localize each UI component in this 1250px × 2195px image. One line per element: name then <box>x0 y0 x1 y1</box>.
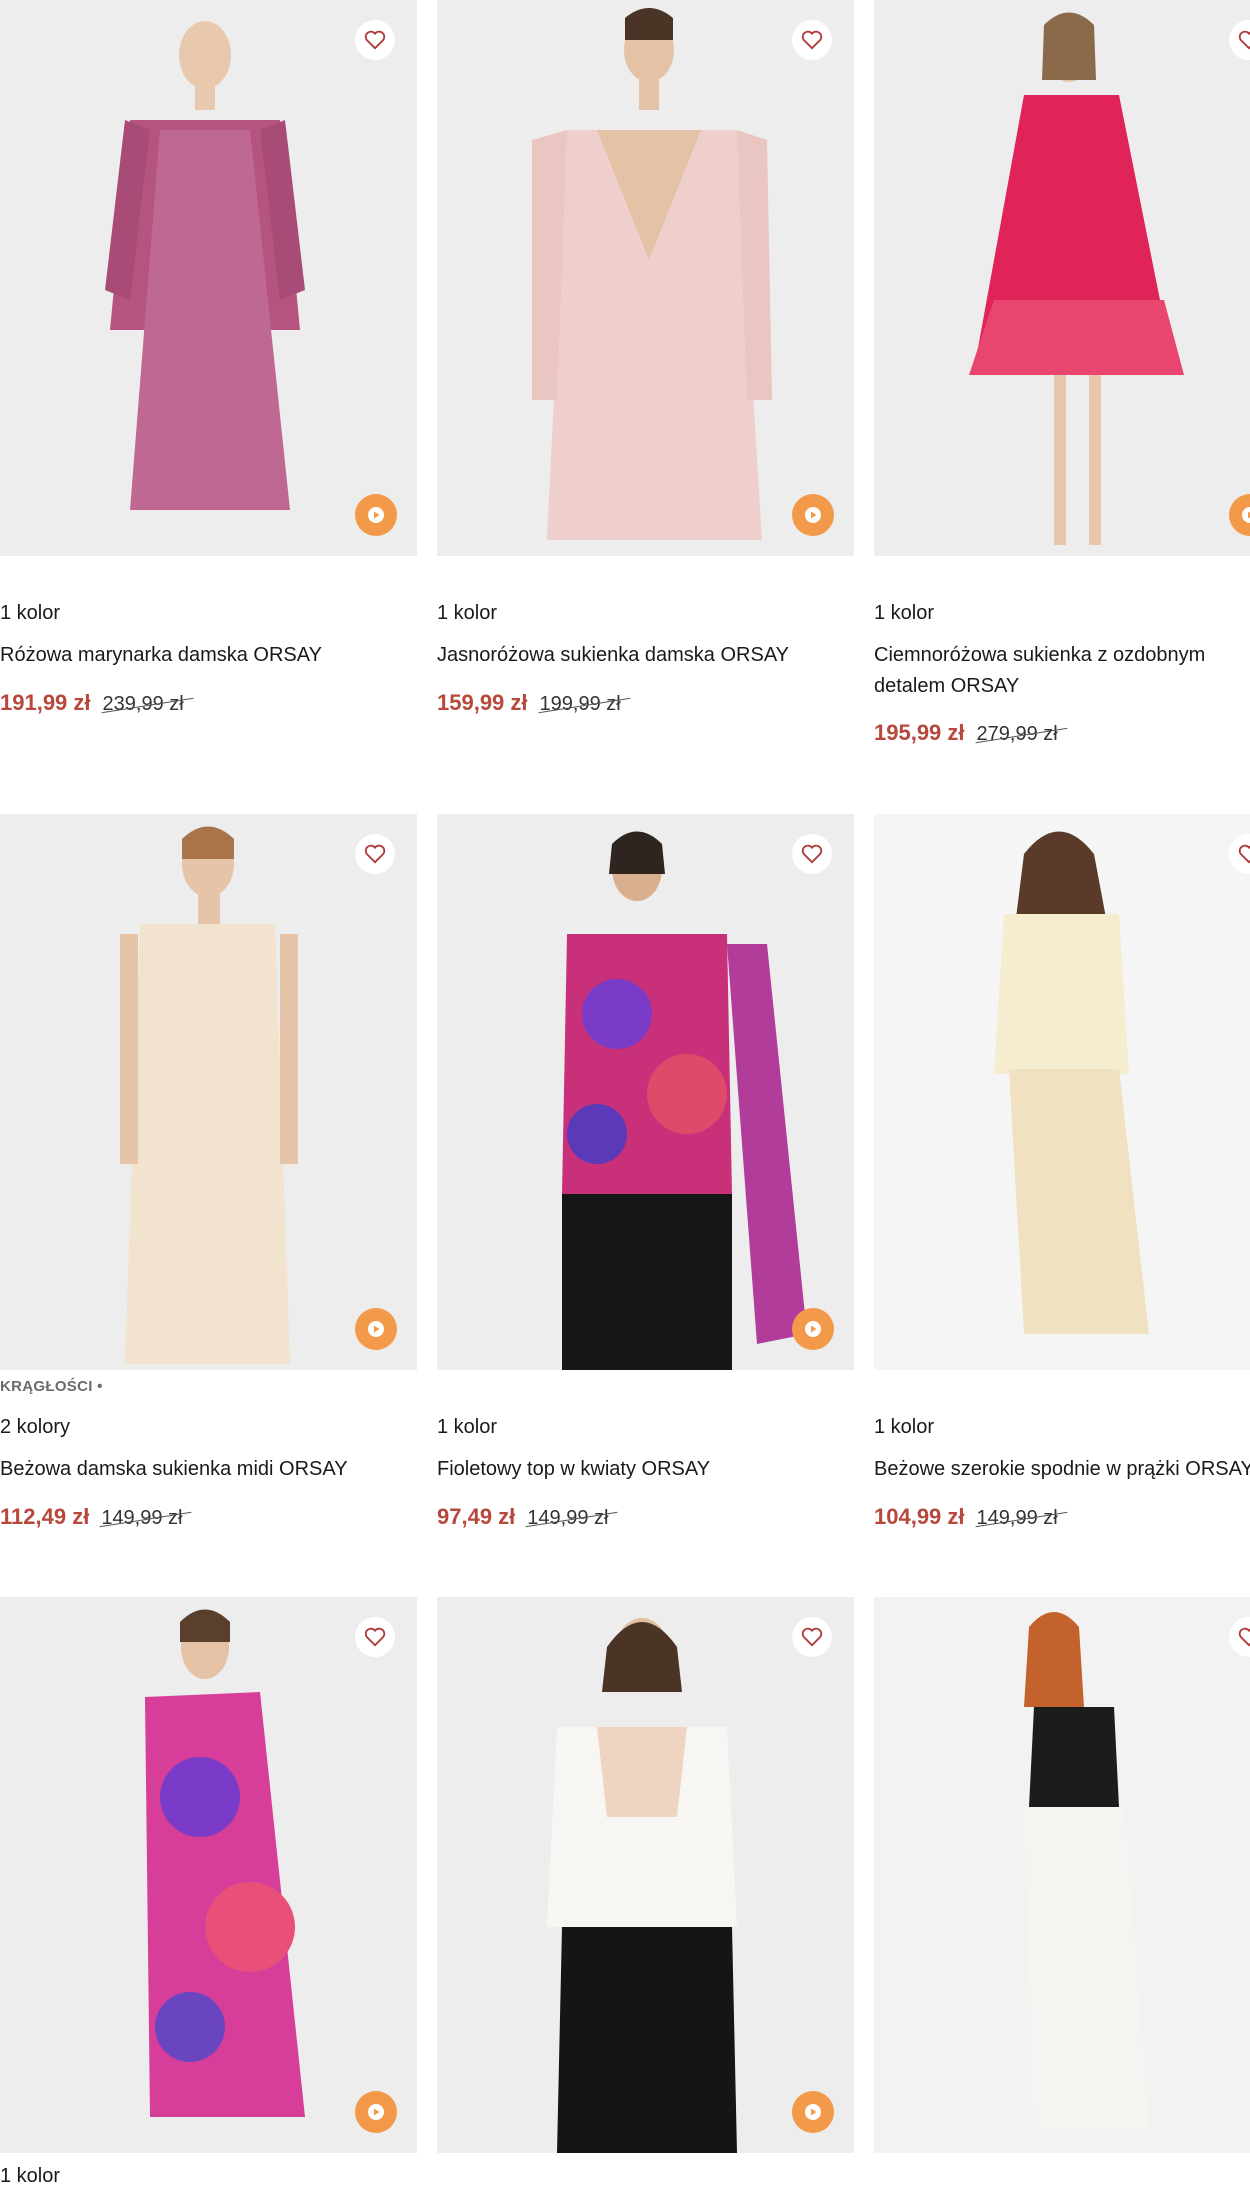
heart-icon <box>1238 1627 1250 1647</box>
price-block: 97,49 zł 149,99 zł <box>437 1504 608 1530</box>
product-image[interactable] <box>0 814 417 1370</box>
play-icon <box>1242 507 1250 523</box>
heart-icon <box>1238 844 1250 864</box>
price-block: 104,99 zł 149,99 zł <box>874 1504 1058 1530</box>
sale-price: 112,49 zł <box>0 1504 90 1529</box>
original-price: 279,99 zł <box>976 723 1058 745</box>
product-name[interactable]: Jasnoróżowa sukienka damska ORSAY <box>437 640 854 671</box>
product-photo-placeholder <box>0 0 417 556</box>
color-count: 2 kolory <box>0 1416 71 1438</box>
product-card[interactable]: 1 kolor Jasnoróżowa sukienka damska ORSA… <box>437 0 854 715</box>
favorite-button[interactable] <box>792 20 832 60</box>
play-icon <box>368 2104 384 2120</box>
price-block: 191,99 zł 239,99 zł <box>0 690 184 716</box>
product-name[interactable]: Ciemnoróżowa sukienka z ozdobnym detalem… <box>874 640 1244 702</box>
product-card[interactable]: 1 kolor Fioletowy top w kwiaty ORSAY 97,… <box>437 814 854 1529</box>
heart-icon <box>801 844 823 864</box>
price-block: 159,99 zł 199,99 zł <box>437 690 621 716</box>
play-video-button[interactable] <box>355 1308 397 1350</box>
product-photo-placeholder <box>0 1597 417 2153</box>
favorite-button[interactable] <box>355 1617 395 1657</box>
product-image[interactable] <box>874 0 1250 556</box>
product-photo-placeholder <box>437 0 854 556</box>
heart-icon <box>364 844 386 864</box>
product-card[interactable]: 1 kolor <box>0 1597 417 2187</box>
favorite-button[interactable] <box>792 834 832 874</box>
favorite-button[interactable] <box>355 834 395 874</box>
play-video-button[interactable] <box>355 2091 397 2133</box>
product-image[interactable] <box>874 1597 1250 2153</box>
play-icon <box>805 507 821 523</box>
product-photo-placeholder <box>437 1597 854 2153</box>
sale-price: 104,99 zł <box>874 1504 965 1529</box>
sale-price: 97,49 zł <box>437 1504 516 1529</box>
favorite-button[interactable] <box>792 1617 832 1657</box>
product-photo-placeholder <box>0 814 417 1370</box>
color-count: 1 kolor <box>874 602 935 624</box>
heart-icon <box>801 30 823 50</box>
play-video-button[interactable] <box>792 494 834 536</box>
product-photo-placeholder <box>874 814 1250 1370</box>
play-video-button[interactable] <box>792 1308 834 1350</box>
sale-price: 191,99 zł <box>0 690 91 715</box>
product-photo-placeholder <box>874 1597 1250 2153</box>
product-image[interactable] <box>437 814 854 1370</box>
original-price: 239,99 zł <box>102 693 184 715</box>
play-video-button[interactable] <box>792 2091 834 2133</box>
play-video-button[interactable] <box>355 494 397 536</box>
play-icon <box>368 507 384 523</box>
price-block: 195,99 zł 279,99 zł <box>874 720 1058 746</box>
product-name[interactable]: Fioletowy top w kwiaty ORSAY <box>437 1454 854 1485</box>
product-image[interactable] <box>874 814 1250 1370</box>
product-card[interactable] <box>874 1597 1250 2153</box>
color-count: 1 kolor <box>437 602 498 624</box>
product-name[interactable]: Różowa marynarka damska ORSAY <box>0 640 417 671</box>
heart-icon <box>1238 30 1250 50</box>
product-card[interactable]: 1 kolor Beżowe szerokie spodnie w prążki… <box>874 814 1250 1529</box>
color-count: 1 kolor <box>0 2165 61 2187</box>
sale-price: 159,99 zł <box>437 690 528 715</box>
product-image[interactable] <box>437 0 854 556</box>
product-name[interactable]: Beżowe szerokie spodnie w prążki ORSAY <box>874 1454 1250 1485</box>
product-photo-placeholder <box>874 0 1250 556</box>
collection-tag: KRĄGŁOŚCI • <box>0 1378 103 1395</box>
heart-icon <box>364 30 386 50</box>
price-block: 112,49 zł 149,99 zł <box>0 1504 182 1530</box>
color-count: 1 kolor <box>0 602 61 624</box>
original-price: 149,99 zł <box>101 1507 183 1529</box>
play-icon <box>805 1321 821 1337</box>
sale-price: 195,99 zł <box>874 720 965 745</box>
product-image[interactable] <box>0 0 417 556</box>
heart-icon <box>364 1627 386 1647</box>
product-card[interactable]: KRĄGŁOŚCI • 2 kolory Beżowa damska sukie… <box>0 814 417 1529</box>
heart-icon <box>801 1627 823 1647</box>
product-name[interactable]: Beżowa damska sukienka midi ORSAY <box>0 1454 417 1485</box>
product-image[interactable] <box>0 1597 417 2153</box>
original-price: 149,99 zł <box>527 1507 609 1529</box>
original-price: 199,99 zł <box>539 693 621 715</box>
color-count: 1 kolor <box>874 1416 935 1438</box>
product-card[interactable]: 1 kolor Ciemnoróżowa sukienka z ozdobnym… <box>874 0 1250 745</box>
product-image[interactable] <box>437 1597 854 2153</box>
product-card[interactable]: 1 kolor Różowa marynarka damska ORSAY 19… <box>0 0 417 715</box>
favorite-button[interactable] <box>355 20 395 60</box>
play-icon <box>368 1321 384 1337</box>
play-icon <box>805 2104 821 2120</box>
original-price: 149,99 zł <box>976 1507 1058 1529</box>
color-count: 1 kolor <box>437 1416 498 1438</box>
product-photo-placeholder <box>437 814 854 1370</box>
product-card[interactable] <box>437 1597 854 2153</box>
